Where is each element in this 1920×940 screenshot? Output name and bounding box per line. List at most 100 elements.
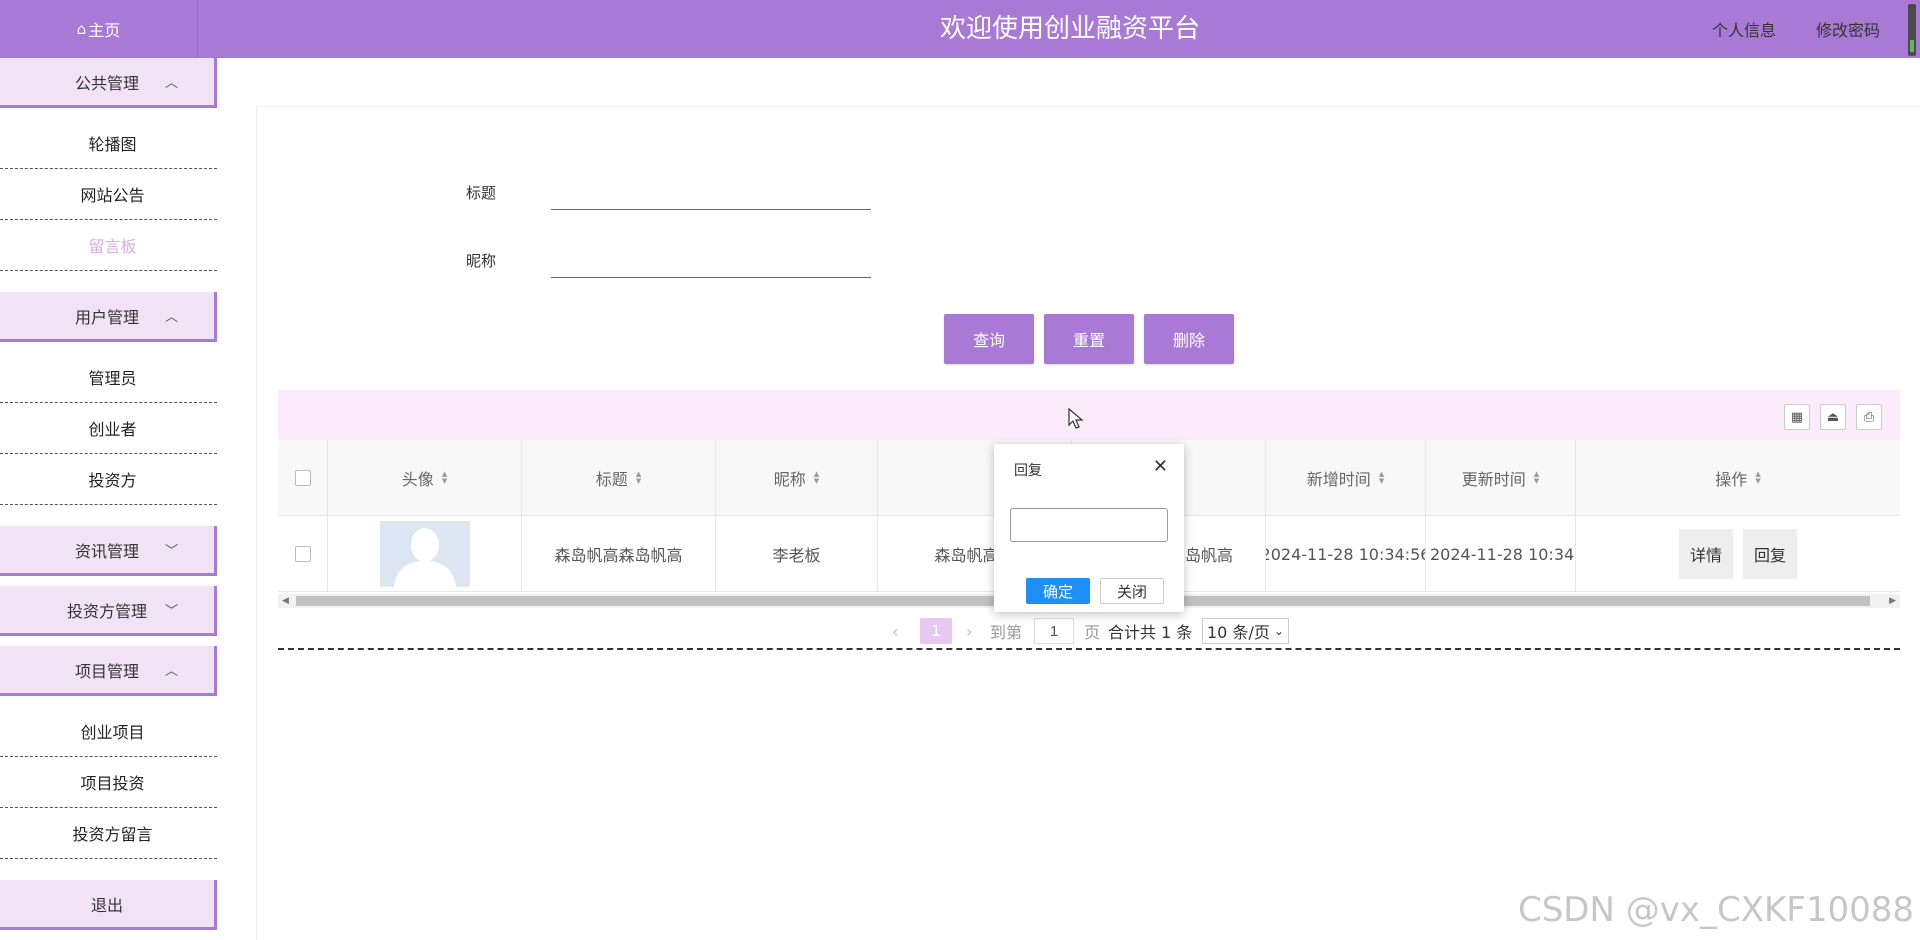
detail-button[interactable]: 详情 [1679, 529, 1733, 579]
sort-icon[interactable]: ▲ ▼ [1379, 471, 1384, 485]
sort-icon[interactable]: ▲ ▼ [442, 471, 447, 485]
reply-textarea[interactable] [1010, 508, 1168, 542]
sidebar-group-news[interactable]: 资讯管理 ﹀ [0, 526, 217, 576]
profile-link[interactable]: 个人信息 [1712, 17, 1776, 41]
window-scrollbar[interactable] [1908, 4, 1916, 56]
chevron-up-icon: ︿ [164, 310, 178, 325]
scroll-left-icon[interactable]: ◀ [282, 594, 289, 608]
chevron-down-icon: ﹀ [164, 604, 178, 619]
sort-icon[interactable]: ▲ ▼ [636, 471, 641, 485]
home-icon: ⌂ [76, 20, 87, 38]
total-count: 合计共 1 条 [1108, 623, 1193, 642]
sidebar-group-label: 项目管理 [74, 661, 139, 681]
chevron-up-icon: ︿ [164, 664, 178, 679]
sidebar-group-users[interactable]: 用户管理 ︿ [0, 292, 217, 342]
nickname-label: 昵称 [466, 252, 497, 270]
chevron-down-icon: ⌄ [1273, 624, 1284, 638]
sidebar-item-entrepreneur[interactable]: 创业者 [0, 403, 217, 454]
confirm-button[interactable]: 确定 [1026, 578, 1090, 604]
column-label: 昵称 [773, 470, 806, 489]
reply-text: 岛帆高 [1184, 546, 1233, 565]
columns-icon[interactable]: ▦ [1784, 404, 1810, 430]
column-label: 新增时间 [1306, 470, 1371, 489]
sidebar-group-investor[interactable]: 投资方管理 ﹀ [0, 586, 217, 636]
site-title-text: 欢迎使用创业融资平台 [939, 14, 1200, 44]
export-icon[interactable]: ⏏ [1820, 404, 1846, 430]
dialog-title: 回复 [1014, 463, 1042, 479]
reset-button[interactable]: 重置 [1044, 314, 1134, 364]
select-all-checkbox[interactable] [294, 470, 311, 486]
column-header-updated[interactable]: 更新时间 ▲ ▼ [1426, 440, 1576, 516]
sidebar-group-public[interactable]: 公共管理 ︿ [0, 58, 217, 108]
sidebar-item-carousel[interactable]: 轮播图 [0, 118, 217, 169]
home-link[interactable]: ⌂ 主页 [0, 0, 198, 58]
sidebar-group-label: 资讯管理 [74, 541, 139, 561]
sidebar-item-investor[interactable]: 投资方 [0, 454, 217, 505]
sidebar-item-message-board[interactable]: 留言板 [0, 220, 217, 271]
title-label: 标题 [466, 184, 497, 202]
sidebar: 公共管理 ︿ 轮播图 网站公告 留言板 用户管理 ︿ 管理员 创业者 投资方 资… [0, 58, 218, 940]
home-label: 主页 [88, 21, 121, 40]
sidebar-item-notice[interactable]: 网站公告 [0, 169, 217, 220]
sidebar-item-startup-projects[interactable]: 创业项目 [0, 706, 217, 757]
row-select-cell [278, 516, 328, 592]
goto-page-input[interactable] [1034, 618, 1074, 644]
column-label: 操作 [1715, 470, 1748, 489]
updated-cell: 2024-11-28 10:34:56 [1426, 516, 1576, 592]
watermark: CSDN @vx_CXKF10088 [1517, 890, 1914, 930]
column-label: 标题 [595, 470, 628, 489]
created-cell: 2024-11-28 10:34:56 [1266, 516, 1426, 592]
sort-icon[interactable]: ▲ ▼ [814, 471, 819, 485]
sort-icon[interactable]: ▲ ▼ [1534, 471, 1539, 485]
page-number-current[interactable]: 1 [920, 618, 952, 644]
page-size-select[interactable]: 10 条/页 ⌄ [1202, 618, 1289, 644]
column-header-avatar[interactable]: 头像 ▲ ▼ [328, 440, 522, 516]
sidebar-group-projects[interactable]: 项目管理 ︿ [0, 646, 217, 696]
sidebar-item-project-investment[interactable]: 项目投资 [0, 757, 217, 808]
scroll-right-icon[interactable]: ▶ [1889, 594, 1896, 608]
page-title: 欢迎使用创业融资平台 [0, 0, 1920, 58]
goto-label: 到第 [990, 623, 1023, 642]
nickname-cell: 李老板 [716, 516, 878, 592]
title-cell: 森岛帆高森岛帆高 [522, 516, 716, 592]
column-header-actions[interactable]: 操作 ▲ ▼ [1576, 440, 1900, 516]
chevron-up-icon: ︿ [164, 76, 178, 91]
table-toolbar: ▦ ⏏ ⎙ [278, 390, 1900, 440]
chevron-down-icon: ﹀ [164, 544, 178, 559]
nickname-input[interactable] [551, 248, 871, 278]
close-button[interactable]: 关闭 [1100, 578, 1164, 604]
sidebar-group-label: 投资方管理 [66, 601, 147, 621]
sidebar-item-admin[interactable]: 管理员 [0, 352, 217, 403]
sidebar-item-investor-messages[interactable]: 投资方留言 [0, 808, 217, 859]
column-header-created[interactable]: 新增时间 ▲ ▼ [1266, 440, 1426, 516]
row-checkbox[interactable] [294, 546, 311, 562]
reply-dialog: 回复 ✕ 确定 关闭 [994, 444, 1184, 612]
select-all-cell [278, 440, 328, 516]
header-links: 个人信息 修改密码 [1712, 0, 1880, 58]
cursor-arrow-icon [1068, 407, 1084, 429]
page-suffix: 页 [1084, 623, 1101, 642]
delete-button[interactable]: 删除 [1144, 314, 1234, 364]
next-page-icon[interactable]: › [966, 618, 972, 644]
sidebar-group-label: 公共管理 [74, 73, 139, 93]
column-label: 头像 [401, 470, 434, 489]
avatar-cell [328, 516, 522, 592]
sort-icon[interactable]: ▲ ▼ [1755, 471, 1760, 485]
column-header-title[interactable]: 标题 ▲ ▼ [522, 440, 716, 516]
page-size-value: 10 条/页 [1207, 623, 1270, 642]
top-header: ⌂ 主页 欢迎使用创业融资平台 个人信息 修改密码 [0, 0, 1920, 58]
logout-button[interactable]: 退出 [0, 880, 217, 930]
query-button[interactable]: 查询 [944, 314, 1034, 364]
close-icon[interactable]: ✕ [1153, 456, 1168, 477]
column-header-nickname[interactable]: 昵称 ▲ ▼ [716, 440, 878, 516]
prev-page-icon[interactable]: ‹ [892, 618, 898, 644]
reply-button[interactable]: 回复 [1743, 529, 1797, 579]
change-password-link[interactable]: 修改密码 [1816, 17, 1880, 41]
column-label: 更新时间 [1461, 470, 1526, 489]
pagination: ‹ 1 › 到第 页 合计共 1 条 10 条/页 ⌄ [278, 612, 1900, 650]
avatar-placeholder-icon [379, 521, 470, 587]
logout-label: 退出 [90, 895, 123, 915]
actions-cell: 详情 回复 [1576, 516, 1900, 592]
print-icon[interactable]: ⎙ [1856, 404, 1882, 430]
title-input[interactable] [551, 180, 871, 210]
